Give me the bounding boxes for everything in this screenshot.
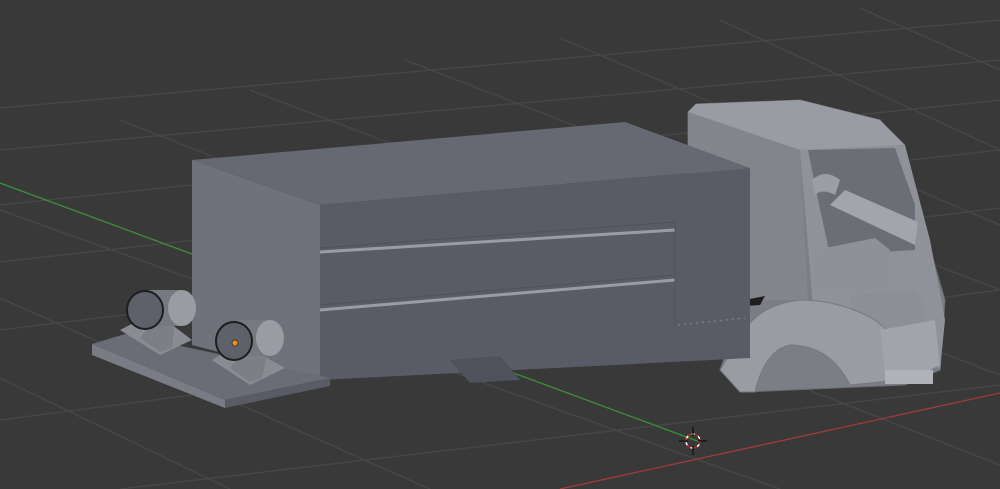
viewport-canvas[interactable]	[0, 0, 1000, 489]
object-origin-icon[interactable]	[231, 339, 239, 347]
3d-viewport[interactable]	[0, 0, 1000, 489]
x-axis-line	[559, 392, 1000, 489]
3d-cursor-icon[interactable]	[679, 427, 707, 455]
truck-model[interactable]	[92, 99, 946, 408]
